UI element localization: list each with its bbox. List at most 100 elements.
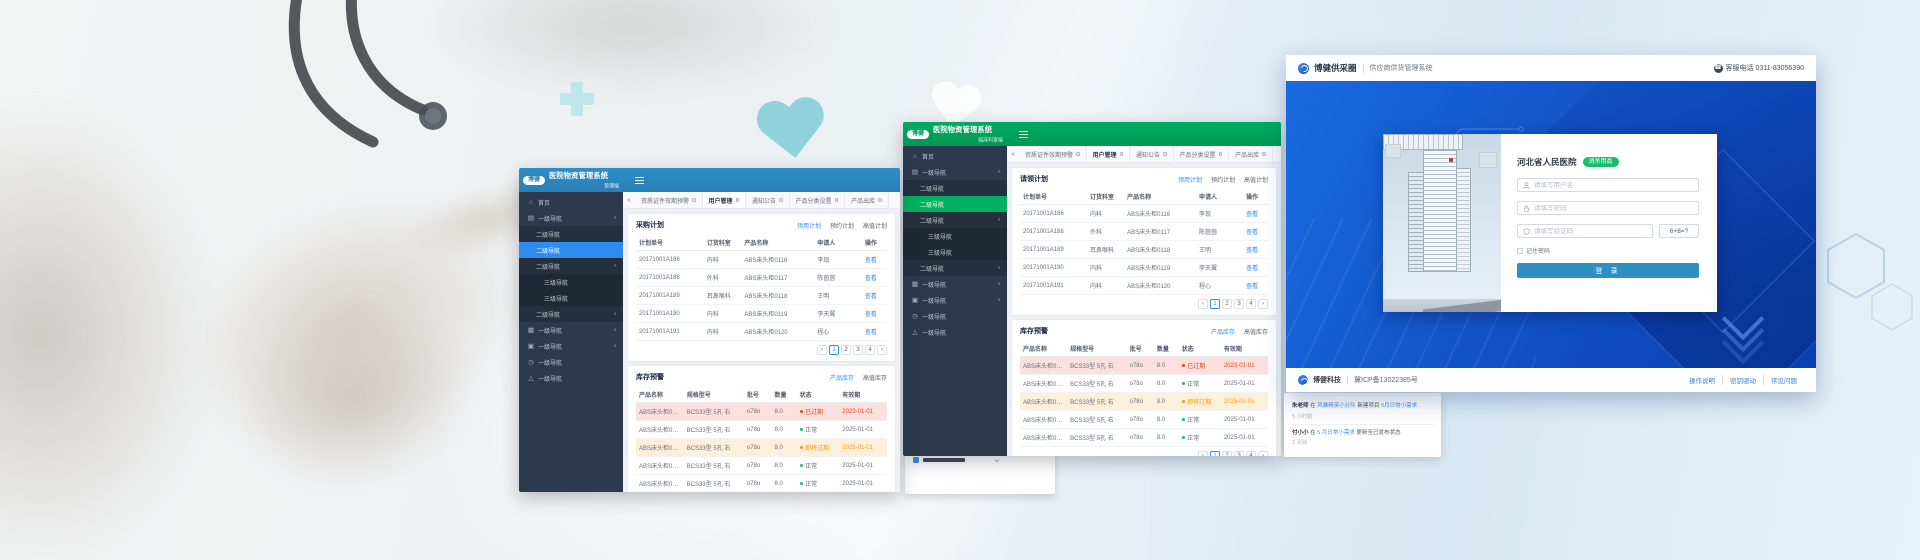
plan-link[interactable]: 领用计划: [797, 221, 821, 230]
footer-link[interactable]: 密钥驱动: [1722, 375, 1763, 385]
page-button[interactable]: 1: [829, 345, 839, 355]
activity-link[interactable]: 5 月日常小需求: [1317, 430, 1355, 436]
tab-close-dot-icon[interactable]: [835, 198, 839, 202]
view-link[interactable]: 查看: [1243, 277, 1268, 295]
sidebar-item[interactable]: 三级导航: [903, 244, 1007, 260]
sidebar-item[interactable]: △ 一级导航: [903, 324, 1007, 340]
page-button[interactable]: 2: [1222, 299, 1232, 309]
sidebar-item[interactable]: ⌂ 首页: [519, 194, 623, 210]
page-button[interactable]: 4: [865, 345, 875, 355]
sidebar-item[interactable]: 二级导航: [519, 226, 623, 242]
tab-close-dot-icon[interactable]: [736, 198, 740, 202]
footer-link[interactable]: 操作说明: [1682, 375, 1722, 385]
page-button[interactable]: 3: [1234, 299, 1244, 309]
view-link[interactable]: 查看: [1243, 223, 1268, 241]
page-button[interactable]: ‹: [1198, 451, 1208, 456]
view-link[interactable]: 查看: [1243, 205, 1268, 223]
captcha-input[interactable]: [1534, 228, 1647, 235]
tab[interactable]: 资质证件效期预警: [1019, 146, 1087, 162]
password-field[interactable]: [1517, 201, 1699, 215]
partial-list-item[interactable]: [913, 457, 1047, 463]
tab-close-dot-icon[interactable]: [1076, 152, 1080, 156]
page-button[interactable]: ›: [1258, 299, 1268, 309]
sidebar-item[interactable]: 三级导航: [519, 274, 623, 290]
tab-close-dot-icon[interactable]: [1163, 152, 1167, 156]
page-button[interactable]: 3: [1234, 451, 1244, 456]
view-link[interactable]: 查看: [862, 305, 887, 323]
login-button[interactable]: 登 录: [1517, 263, 1699, 278]
view-link[interactable]: 查看: [862, 323, 887, 341]
tab-close-dot-icon[interactable]: [878, 198, 882, 202]
menu-toggle-icon[interactable]: [1019, 131, 1028, 138]
page-button[interactable]: 3: [853, 345, 863, 355]
collapse-tabs-icon[interactable]: «: [623, 192, 635, 208]
sidebar-item[interactable]: 二级导航 ∧: [519, 258, 623, 274]
sidebar-item[interactable]: 三级导航: [903, 228, 1007, 244]
view-link[interactable]: 查看: [862, 251, 887, 269]
tab-close-dot-icon[interactable]: [1120, 152, 1124, 156]
plan-link[interactable]: 高值计划: [1244, 175, 1268, 184]
sidebar-item[interactable]: ▦ 一级导航 ∨: [903, 276, 1007, 292]
checkbox[interactable]: [1517, 248, 1523, 254]
captcha-question[interactable]: 6+8=?: [1659, 224, 1699, 238]
page-button[interactable]: ‹: [1198, 299, 1208, 309]
sidebar-item[interactable]: ▣ 一级导航 ∨: [519, 338, 623, 354]
view-link[interactable]: 查看: [862, 269, 887, 287]
page-button[interactable]: 1: [1210, 299, 1220, 309]
tab[interactable]: 通知公告: [746, 192, 790, 208]
tab[interactable]: 通知公告: [1130, 146, 1174, 162]
page-button[interactable]: 2: [1222, 451, 1232, 456]
sidebar-item[interactable]: △ 一级导航: [519, 370, 623, 386]
activity-link[interactable]: 5月日常小需求: [1381, 403, 1417, 409]
inventory-link[interactable]: 产品库存: [1211, 327, 1235, 336]
inventory-link[interactable]: 高值库存: [863, 373, 887, 382]
activity-user[interactable]: 朱老师: [1292, 403, 1309, 409]
sidebar-item[interactable]: ▤ 一级导航 ∧: [519, 210, 623, 226]
menu-toggle-icon[interactable]: [635, 177, 644, 184]
view-link[interactable]: 查看: [862, 287, 887, 305]
password-input[interactable]: [1534, 205, 1693, 212]
username-input[interactable]: [1534, 182, 1693, 189]
footer-link[interactable]: 常见问题: [1763, 375, 1804, 385]
sidebar-item[interactable]: 二级导航: [903, 196, 1007, 212]
tab[interactable]: 产品出库: [1229, 146, 1273, 162]
tab[interactable]: 产品分类设置: [790, 192, 846, 208]
plan-link[interactable]: 领用计划: [1178, 175, 1202, 184]
page-button[interactable]: ›: [877, 345, 887, 355]
tab-close-dot-icon[interactable]: [779, 198, 783, 202]
collapse-tabs-icon[interactable]: «: [1007, 146, 1019, 162]
plan-link[interactable]: 预约计划: [830, 221, 854, 230]
tab-close-dot-icon[interactable]: [1262, 152, 1266, 156]
remember-password[interactable]: 记住密码: [1517, 246, 1699, 255]
captcha-field[interactable]: [1517, 224, 1653, 238]
page-button[interactable]: ›: [1258, 451, 1268, 456]
sidebar-item[interactable]: ◷ 一级导航: [519, 354, 623, 370]
tab[interactable]: 产品分类设置: [1174, 146, 1230, 162]
tab[interactable]: 产品出库: [845, 192, 889, 208]
sidebar-item[interactable]: ⌂ 首页: [903, 148, 1007, 164]
sidebar-item[interactable]: 二级导航 ∨: [903, 260, 1007, 276]
page-button[interactable]: ‹: [817, 345, 827, 355]
tab-close-dot-icon[interactable]: [1219, 152, 1223, 156]
activity-link[interactable]: 风暴精英小分队: [1317, 403, 1356, 409]
inventory-link[interactable]: 产品库存: [830, 373, 854, 382]
sidebar-item[interactable]: ▣ 一级导航 ∨: [903, 292, 1007, 308]
sidebar-item[interactable]: 三级导航: [519, 290, 623, 306]
sidebar-item[interactable]: 二级导航 ∨: [519, 306, 623, 322]
tab[interactable]: 用户管理: [703, 192, 747, 208]
plan-link[interactable]: 预约计划: [1211, 175, 1235, 184]
view-link[interactable]: 查看: [1243, 241, 1268, 259]
inventory-link[interactable]: 高值库存: [1244, 327, 1268, 336]
sidebar-item[interactable]: ▦ 一级导航 ∨: [519, 322, 623, 338]
page-button[interactable]: 4: [1246, 299, 1256, 309]
activity-user[interactable]: 付小小: [1292, 430, 1309, 436]
tab[interactable]: 用户管理: [1087, 146, 1131, 162]
page-button[interactable]: 1: [1210, 451, 1220, 456]
sidebar-item[interactable]: 二级导航: [903, 180, 1007, 196]
page-button[interactable]: 4: [1246, 451, 1256, 456]
plan-link[interactable]: 高值计划: [863, 221, 887, 230]
page-button[interactable]: 2: [841, 345, 851, 355]
tab[interactable]: 资质证件效期预警: [635, 192, 703, 208]
tab-close-dot-icon[interactable]: [692, 198, 696, 202]
sidebar-item[interactable]: 二级导航 ∧: [903, 212, 1007, 228]
